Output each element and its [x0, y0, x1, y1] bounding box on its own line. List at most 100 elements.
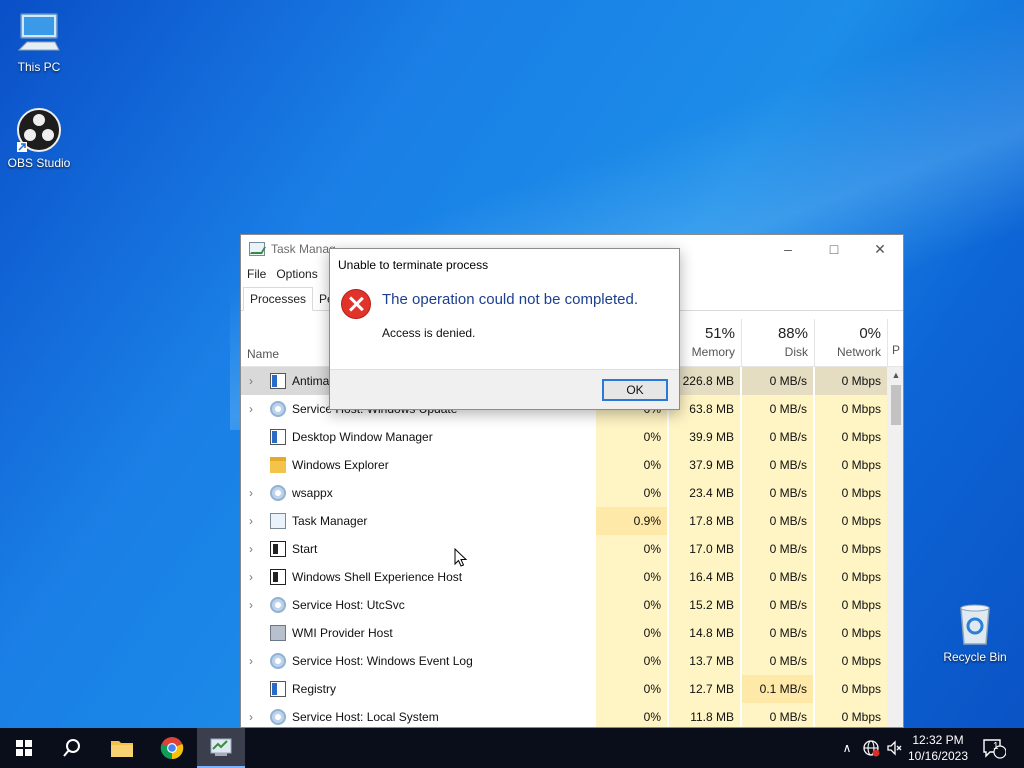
chevron-up-icon: ∧ [842, 741, 852, 755]
chevron-right-icon[interactable]: › [249, 711, 259, 723]
menu-file[interactable]: File [247, 267, 266, 281]
network-cell: 0 Mbps [814, 703, 887, 727]
disk-cell: 0 MB/s [741, 703, 813, 727]
speaker-muted-icon [887, 740, 902, 756]
tab-processes[interactable]: Processes [243, 287, 314, 311]
desktop-icon-this-pc[interactable]: This PC [1, 10, 77, 74]
desktop-icon-recycle-bin[interactable]: Recycle Bin [937, 600, 1013, 664]
disk-cell: 0 MB/s [741, 535, 813, 563]
scrollbar-thumb[interactable] [891, 385, 901, 425]
close-button[interactable]: ✕ [857, 235, 903, 263]
disk-cell: 0.1 MB/s [741, 675, 813, 703]
process-name: Task Manager [292, 514, 368, 528]
start-button[interactable] [0, 728, 48, 768]
table-row[interactable]: › Service Host: Windows Event Log 0% 13.7 M… [241, 647, 887, 675]
process-list: ›Antima226.8 MB0 MB/s0 Mbps›Service Host… [241, 367, 887, 727]
process-icon [270, 429, 286, 445]
network-cell: 0 Mbps [814, 535, 887, 563]
search-button[interactable] [48, 728, 96, 768]
network-cell: 0 Mbps [814, 563, 887, 591]
menu-options[interactable]: Options [276, 267, 317, 281]
disk-cell: 0 MB/s [741, 479, 813, 507]
network-cell: 0 Mbps [814, 647, 887, 675]
window-title: Task Manag [271, 242, 336, 256]
table-row[interactable]: › Windows Shell Experience Host 0% 16.4 MB 0… [241, 563, 887, 591]
chevron-right-icon[interactable]: › [249, 515, 259, 527]
table-row[interactable]: WMI Provider Host 0% 14.8 MB 0 MB/s 0 Mbps [241, 619, 887, 647]
table-row[interactable]: Registry 0% 12.7 MB 0.1 MB/s 0 Mbps [241, 675, 887, 703]
column-header-power[interactable]: P [887, 319, 903, 367]
scroll-up-arrow-icon[interactable]: ▲ [887, 370, 903, 380]
process-name-cell: › Windows Shell Experience Host [241, 563, 595, 591]
disk-cell: 0 MB/s [741, 367, 813, 395]
chevron-right-icon[interactable]: › [249, 655, 259, 667]
minimize-button[interactable]: – [765, 235, 811, 263]
network-cell: 0 Mbps [814, 507, 887, 535]
column-header-name[interactable]: Name [247, 347, 279, 361]
cpu-cell: 0% [595, 535, 667, 563]
taskbar-chrome[interactable] [148, 728, 196, 768]
chevron-right-icon[interactable]: › [249, 487, 259, 499]
process-name: Start [292, 542, 318, 556]
desktop-icon-label: This PC [17, 60, 61, 74]
maximize-button[interactable]: □ [811, 235, 857, 263]
this-pc-icon [15, 10, 63, 58]
process-name: Windows Shell Experience Host [292, 570, 463, 584]
windows-logo-icon [16, 740, 32, 756]
disk-cell: 0 MB/s [741, 423, 813, 451]
error-dialog: Unable to terminate process The operatio… [329, 248, 680, 410]
process-icon [270, 569, 286, 585]
table-row[interactable]: › Task Manager 0.9% 17.8 MB 0 MB/s 0 Mbps [241, 507, 887, 535]
table-row[interactable]: › Start 0% 17.0 MB 0 MB/s 0 Mbps [241, 535, 887, 563]
volume-tray-button[interactable] [884, 728, 906, 768]
process-name-cell: › Service Host: Local System [241, 703, 595, 727]
network-cell: 0 Mbps [814, 423, 887, 451]
memory-cell: 14.8 MB [668, 619, 740, 647]
clock[interactable]: 12:32 PM 10/16/2023 [906, 732, 970, 764]
cpu-cell: 0% [595, 423, 667, 451]
process-icon [270, 709, 286, 725]
desktop-icon-obs-studio[interactable]: OBS Studio [1, 106, 77, 170]
action-center-button[interactable]: 1 [978, 728, 1010, 768]
chrome-icon [160, 737, 184, 760]
table-row[interactable]: › wsappx 0% 23.4 MB 0 MB/s 0 Mbps [241, 479, 887, 507]
show-hidden-icons-button[interactable]: ∧ [838, 728, 856, 768]
table-row[interactable]: › Service Host: Local System 0% 11.8 MB 0 MB… [241, 703, 887, 727]
desktop-icon-label: Recycle Bin [943, 650, 1007, 664]
disk-cell: 0 MB/s [741, 647, 813, 675]
taskbar: ∧ 12:32 PM 10/16/2023 1 [0, 728, 1024, 768]
network-cell: 0 Mbps [814, 451, 887, 479]
vertical-scrollbar[interactable]: ▲ [887, 367, 903, 727]
ok-button[interactable]: OK [602, 379, 668, 401]
process-name: Antima [292, 374, 330, 388]
process-icon [270, 681, 286, 697]
process-name-cell: Desktop Window Manager [241, 423, 595, 451]
table-row[interactable]: › Service Host: UtcSvc 0% 15.2 MB 0 MB/s 0 Mb… [241, 591, 887, 619]
table-row[interactable]: Desktop Window Manager 0% 39.9 MB 0 MB/s 0 M… [241, 423, 887, 451]
chevron-right-icon[interactable]: › [249, 599, 259, 611]
network-tray-button[interactable] [860, 728, 882, 768]
process-icon [270, 485, 286, 501]
memory-cell: 15.2 MB [668, 591, 740, 619]
taskbar-task-manager[interactable] [197, 728, 245, 768]
network-cell: 0 Mbps [814, 479, 887, 507]
chevron-right-icon[interactable]: › [249, 375, 259, 387]
chevron-right-icon[interactable]: › [249, 543, 259, 555]
process-name-cell: › Service Host: UtcSvc [241, 591, 595, 619]
column-header-disk[interactable]: 88% Disk [741, 319, 814, 367]
taskbar-file-explorer[interactable] [98, 728, 146, 768]
table-row[interactable]: Windows Explorer 0% 37.9 MB 0 MB/s 0 Mbps [241, 451, 887, 479]
column-header-network[interactable]: 0% Network [814, 319, 887, 367]
dialog-footer: OK [330, 369, 679, 409]
dialog-main-message: The operation could not be completed. [382, 291, 639, 308]
process-name-cell: › Start [241, 535, 595, 563]
process-icon [270, 625, 286, 641]
globe-icon [863, 740, 880, 757]
cpu-cell: 0% [595, 451, 667, 479]
cpu-cell: 0% [595, 675, 667, 703]
chevron-right-icon[interactable]: › [249, 403, 259, 415]
disk-cell: 0 MB/s [741, 507, 813, 535]
chevron-right-icon[interactable]: › [249, 571, 259, 583]
network-cell: 0 Mbps [814, 367, 887, 395]
task-manager-icon [210, 738, 232, 756]
